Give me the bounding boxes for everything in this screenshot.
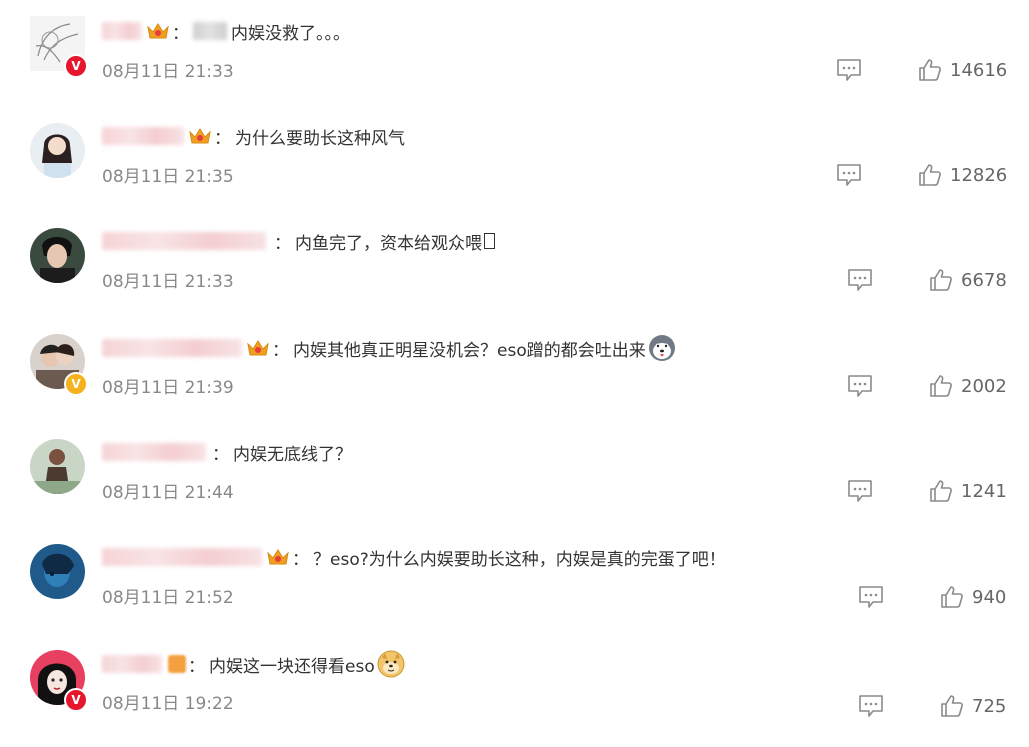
vip-crown-icon bbox=[247, 340, 269, 356]
like-button[interactable]: 2002 bbox=[929, 373, 1007, 399]
comment-line: ： 内鱼完了，资本给观众喂 bbox=[102, 227, 495, 255]
vip-crown-icon bbox=[189, 128, 211, 144]
comment-colon: ： bbox=[272, 340, 289, 361]
comment-text: 内娱无底线了？ bbox=[233, 444, 352, 465]
comment-bubble-icon[interactable] bbox=[836, 58, 862, 82]
member-level-badge bbox=[168, 655, 186, 673]
comment-timestamp: 08月11日 21:33 bbox=[102, 272, 234, 292]
like-count: 940 bbox=[972, 586, 1007, 608]
doge-emoji-icon bbox=[377, 650, 405, 678]
like-count: 14616 bbox=[950, 59, 1008, 81]
comment-line: ： 为什么要助长这种风气 bbox=[102, 122, 405, 150]
like-button[interactable]: 1241 bbox=[929, 478, 1007, 504]
avatar[interactable] bbox=[30, 544, 85, 599]
vip-crown-icon bbox=[267, 549, 289, 565]
blurred-text bbox=[193, 22, 227, 40]
comment-colon: ： bbox=[214, 128, 231, 149]
comment-timestamp: 08月11日 21:33 bbox=[102, 62, 234, 82]
thumbs-up-icon bbox=[930, 269, 952, 291]
verified-badge: V bbox=[64, 688, 88, 712]
comment-timestamp: 08月11日 19:22 bbox=[102, 694, 234, 714]
comment-item: V ： 内娱没救了。。。 08月11日 21:33 14616 bbox=[0, 10, 1029, 115]
like-count: 2002 bbox=[961, 375, 1007, 397]
like-count: 12826 bbox=[950, 164, 1008, 186]
like-button[interactable]: 6678 bbox=[929, 267, 1007, 293]
comment-item: ： 内鱼完了，资本给观众喂 08月11日 21:33 6678 bbox=[0, 220, 1029, 325]
comment-line: ： 内娱其他真正明星没机会？eso蹭的都会吐出来 bbox=[102, 334, 676, 362]
username-blurred[interactable] bbox=[102, 127, 184, 145]
thumbs-up-icon bbox=[930, 375, 952, 397]
comment-colon: ： bbox=[172, 23, 189, 44]
comment-item: V ： 内娱这一块还得看eso 08月11日 19:22 725 bbox=[0, 642, 1029, 747]
username-blurred[interactable] bbox=[102, 22, 142, 40]
comment-colon: ： bbox=[188, 656, 205, 677]
comment-bubble-icon[interactable] bbox=[858, 694, 884, 718]
like-count: 1241 bbox=[961, 480, 1007, 502]
comment-colon: ： bbox=[212, 444, 229, 465]
thumbs-up-icon bbox=[919, 59, 941, 81]
husky-emoji-icon bbox=[648, 335, 675, 361]
comment-text: ？eso?为什么内娱要助长这种，内娱是真的完蛋了吧！ bbox=[313, 549, 726, 570]
thumbs-up-icon bbox=[919, 164, 941, 186]
comment-bubble-icon[interactable] bbox=[847, 268, 873, 292]
comment-timestamp: 08月11日 21:52 bbox=[102, 588, 234, 608]
avatar[interactable] bbox=[30, 439, 85, 494]
comment-text: 内娱没救了。。。 bbox=[231, 23, 350, 44]
comment-bubble-icon[interactable] bbox=[836, 163, 862, 187]
comment-line: ： 内娱没救了。。。 bbox=[102, 17, 350, 45]
comment-text: 内鱼完了，资本给观众喂 bbox=[295, 233, 482, 254]
comment-line: ： 内娱无底线了？ bbox=[102, 438, 352, 466]
like-count: 725 bbox=[972, 695, 1007, 717]
comment-text: 为什么要助长这种风气 bbox=[235, 128, 405, 149]
avatar[interactable] bbox=[30, 228, 85, 283]
like-count: 6678 bbox=[961, 269, 1007, 291]
like-button[interactable]: 725 bbox=[940, 693, 1006, 719]
like-button[interactable]: 12826 bbox=[918, 162, 1007, 188]
username-blurred[interactable] bbox=[102, 548, 262, 566]
comment-item: ： ？eso?为什么内娱要助长这种，内娱是真的完蛋了吧！ 08月11日 21:5… bbox=[0, 536, 1029, 641]
comment-item: V ： 内娱其他真正明星没机会？eso蹭的都会吐出来 08月11日 21:39 … bbox=[0, 326, 1029, 431]
username-blurred[interactable] bbox=[102, 655, 162, 673]
vip-crown-icon bbox=[147, 23, 169, 39]
thumbs-up-icon bbox=[930, 480, 952, 502]
comment-line: ： 内娱这一块还得看eso bbox=[102, 650, 405, 678]
username-blurred[interactable] bbox=[102, 443, 206, 461]
comment-item: ： 内娱无底线了？ 08月11日 21:44 1241 bbox=[0, 431, 1029, 536]
comment-item: ： 为什么要助长这种风气 08月11日 21:35 12826 bbox=[0, 115, 1029, 220]
comment-text: 内娱其他真正明星没机会？eso蹭的都会吐出来 bbox=[293, 340, 646, 361]
comment-colon: ： bbox=[292, 549, 309, 570]
username-blurred[interactable] bbox=[102, 339, 242, 357]
comment-bubble-icon[interactable] bbox=[858, 585, 884, 609]
comment-bubble-icon[interactable] bbox=[847, 479, 873, 503]
thumbs-up-icon bbox=[941, 695, 963, 717]
comment-timestamp: 08月11日 21:44 bbox=[102, 483, 234, 503]
missing-glyph-box bbox=[484, 233, 495, 249]
comment-text: 内娱这一块还得看eso bbox=[209, 656, 375, 677]
like-button[interactable]: 14616 bbox=[918, 57, 1007, 83]
comment-timestamp: 08月11日 21:39 bbox=[102, 378, 234, 398]
comment-colon: ： bbox=[274, 233, 291, 254]
verified-badge: V bbox=[64, 54, 88, 78]
username-blurred[interactable] bbox=[102, 232, 266, 250]
verified-badge: V bbox=[64, 372, 88, 396]
like-button[interactable]: 940 bbox=[940, 584, 1006, 610]
thumbs-up-icon bbox=[941, 586, 963, 608]
avatar[interactable] bbox=[30, 123, 85, 178]
comment-bubble-icon[interactable] bbox=[847, 374, 873, 398]
comment-timestamp: 08月11日 21:35 bbox=[102, 167, 234, 187]
comment-line: ： ？eso?为什么内娱要助长这种，内娱是真的完蛋了吧！ bbox=[102, 543, 726, 571]
